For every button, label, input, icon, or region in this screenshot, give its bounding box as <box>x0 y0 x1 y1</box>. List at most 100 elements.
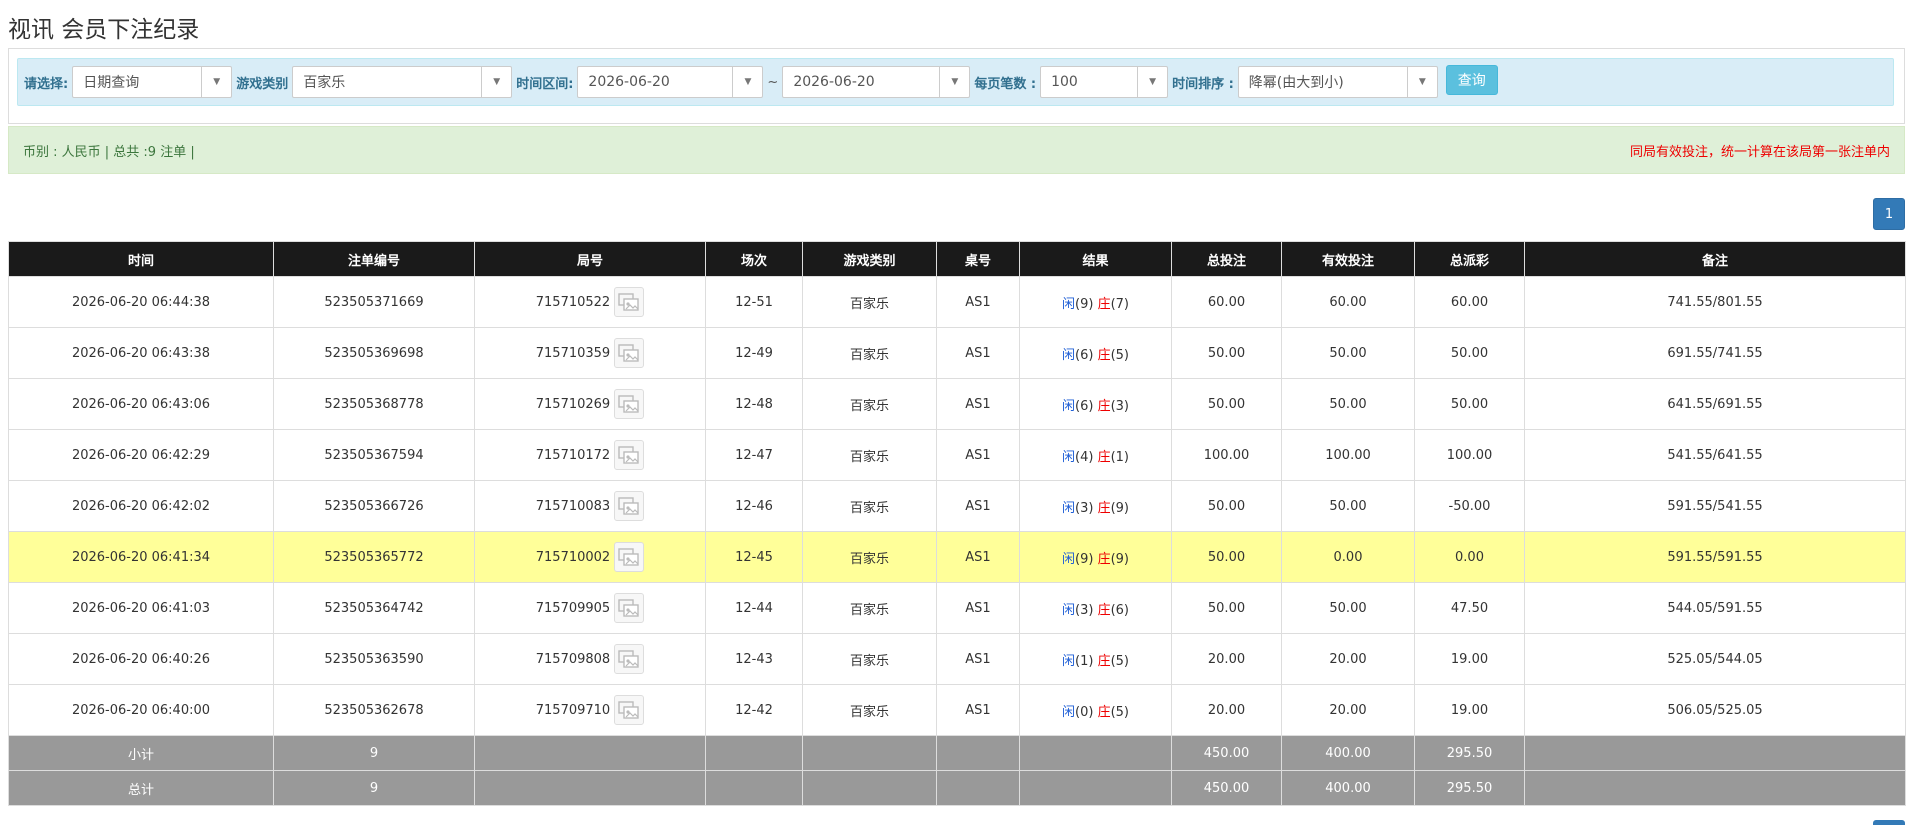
cell-session: 12-46 <box>705 480 803 532</box>
table-row: 2026-06-20 06:43:06 523505368778 715710269… <box>8 378 1906 430</box>
per-page-select[interactable]: 100 ▼ <box>1040 66 1169 98</box>
cell-payout: 19.00 <box>1414 684 1525 736</box>
chevron-down-icon: ▼ <box>1137 67 1167 97</box>
date-from-value: 2026-06-20 <box>588 74 670 90</box>
round-detail-icon[interactable] <box>614 287 645 317</box>
cell-result: 闲(9) 庄(9) <box>1019 531 1172 583</box>
cell-total-bet: 50.00 <box>1171 378 1282 430</box>
cell-payout: 47.50 <box>1414 582 1525 634</box>
cell-valid-bet: 20.00 <box>1281 684 1415 736</box>
round-detail-icon[interactable] <box>614 338 645 368</box>
cell-round: 715710269 <box>474 378 706 430</box>
cell-round: 715710359 <box>474 327 706 379</box>
bet-records-table: 时间 注单编号 局号 场次 游戏类别 桌号 结果 总投注 有效投注 总派彩 备注… <box>8 241 1906 806</box>
subtotal-total-bet: 450.00 <box>1171 735 1282 771</box>
cell-table: AS1 <box>936 480 1020 532</box>
cell-time: 2026-06-20 06:41:03 <box>8 582 274 634</box>
table-header-row: 时间 注单编号 局号 场次 游戏类别 桌号 结果 总投注 有效投注 总派彩 备注 <box>8 241 1906 277</box>
cell-note: 741.55/801.55 <box>1524 276 1906 328</box>
cell-session: 12-51 <box>705 276 803 328</box>
date-to-value: 2026-06-20 <box>793 74 875 90</box>
cell-session: 12-44 <box>705 582 803 634</box>
cell-game: 百家乐 <box>802 684 937 736</box>
cell-session: 12-49 <box>705 327 803 379</box>
round-number: 715710269 <box>535 396 611 412</box>
pagination-page-1[interactable]: 1 <box>1873 198 1905 230</box>
round-detail-icon[interactable] <box>614 542 645 572</box>
cell-session: 12-45 <box>705 531 803 583</box>
pagination-bottom[interactable] <box>1873 820 1905 825</box>
total-row: 总计 9 450.00 400.00 295.50 <box>8 770 1906 806</box>
round-detail-icon[interactable] <box>614 593 645 623</box>
round-detail-icon[interactable] <box>614 440 645 470</box>
cell-result: 闲(3) 庄(6) <box>1019 582 1172 634</box>
cell-time: 2026-06-20 06:41:34 <box>8 531 274 583</box>
banker-label: 庄 <box>1097 653 1111 669</box>
player-points: (3) <box>1075 500 1094 516</box>
cell-valid-bet: 50.00 <box>1281 378 1415 430</box>
summary-info: 币别 : 人民币 | 总共 :9 注单 | <box>23 144 195 160</box>
round-detail-icon[interactable] <box>614 695 645 725</box>
player-label: 闲 <box>1061 551 1075 567</box>
cell-table: AS1 <box>936 684 1020 736</box>
col-header-table: 桌号 <box>936 241 1020 277</box>
summary-notice: 同局有效投注，统一计算在该局第一张注单内 <box>1629 144 1890 160</box>
round-number: 715710172 <box>535 447 611 463</box>
cell-time: 2026-06-20 06:44:38 <box>8 276 274 328</box>
banker-label: 庄 <box>1097 500 1111 516</box>
cell-time: 2026-06-20 06:42:02 <box>8 480 274 532</box>
banker-points: (3) <box>1110 398 1129 414</box>
table-row: 2026-06-20 06:42:29 523505367594 715710172… <box>8 429 1906 481</box>
total-valid-bet: 400.00 <box>1281 770 1415 806</box>
player-points: (0) <box>1075 704 1094 720</box>
cell-session: 12-47 <box>705 429 803 481</box>
filter-panel: 请选择: 日期查询 ▼ 游戏类别 百家乐 ▼ 时间区间: 2026-06-20 … <box>8 48 1905 124</box>
cell-note: 641.55/691.55 <box>1524 378 1906 430</box>
query-type-select[interactable]: 日期查询 ▼ <box>72 66 233 98</box>
cell-valid-bet: 60.00 <box>1281 276 1415 328</box>
player-points: (3) <box>1075 602 1094 618</box>
player-label: 闲 <box>1061 500 1075 516</box>
cell-valid-bet: 0.00 <box>1281 531 1415 583</box>
round-detail-icon[interactable] <box>614 644 645 674</box>
player-label: 闲 <box>1061 347 1075 363</box>
player-points: (4) <box>1075 449 1094 465</box>
cell-table: AS1 <box>936 327 1020 379</box>
round-number: 715710522 <box>535 294 611 310</box>
per-page-label: 每页笔数 : <box>974 76 1037 92</box>
banker-label: 庄 <box>1097 296 1111 312</box>
table-row: 2026-06-20 06:41:03 523505364742 715709905… <box>8 582 1906 634</box>
chevron-down-icon: ▼ <box>1406 67 1437 97</box>
player-points: (6) <box>1075 398 1094 414</box>
cell-total-bet: 60.00 <box>1171 276 1282 328</box>
cell-session: 12-48 <box>705 378 803 430</box>
banker-points: (9) <box>1110 500 1129 516</box>
cell-round: 715710172 <box>474 429 706 481</box>
round-detail-icon[interactable] <box>614 491 645 521</box>
date-to-select[interactable]: 2026-06-20 ▼ <box>782 66 971 98</box>
total-total-bet: 450.00 <box>1171 770 1282 806</box>
query-button[interactable]: 查询 <box>1445 65 1498 95</box>
cell-payout: -50.00 <box>1414 480 1525 532</box>
banker-points: (1) <box>1110 449 1129 465</box>
cell-valid-bet: 50.00 <box>1281 582 1415 634</box>
col-header-round: 局号 <box>474 241 706 277</box>
cell-table: AS1 <box>936 633 1020 685</box>
cell-bet-id: 523505371669 <box>273 276 475 328</box>
player-label: 闲 <box>1061 449 1075 465</box>
cell-game: 百家乐 <box>802 531 937 583</box>
cell-game: 百家乐 <box>802 582 937 634</box>
col-header-bet-id: 注单编号 <box>273 241 475 277</box>
time-sort-select[interactable]: 降幂(由大到小) ▼ <box>1237 66 1438 98</box>
date-from-select[interactable]: 2026-06-20 ▼ <box>577 66 764 98</box>
round-detail-icon[interactable] <box>614 389 645 419</box>
banker-label: 庄 <box>1097 347 1111 363</box>
game-type-select[interactable]: 百家乐 ▼ <box>292 66 513 98</box>
table-row: 2026-06-20 06:40:00 523505362678 715709710… <box>8 684 1906 736</box>
player-label: 闲 <box>1061 398 1075 414</box>
cell-result: 闲(0) 庄(5) <box>1019 684 1172 736</box>
subtotal-row: 小计 9 450.00 400.00 295.50 <box>8 735 1906 771</box>
cell-valid-bet: 50.00 <box>1281 480 1415 532</box>
cell-game: 百家乐 <box>802 429 937 481</box>
total-payout: 295.50 <box>1414 770 1525 806</box>
